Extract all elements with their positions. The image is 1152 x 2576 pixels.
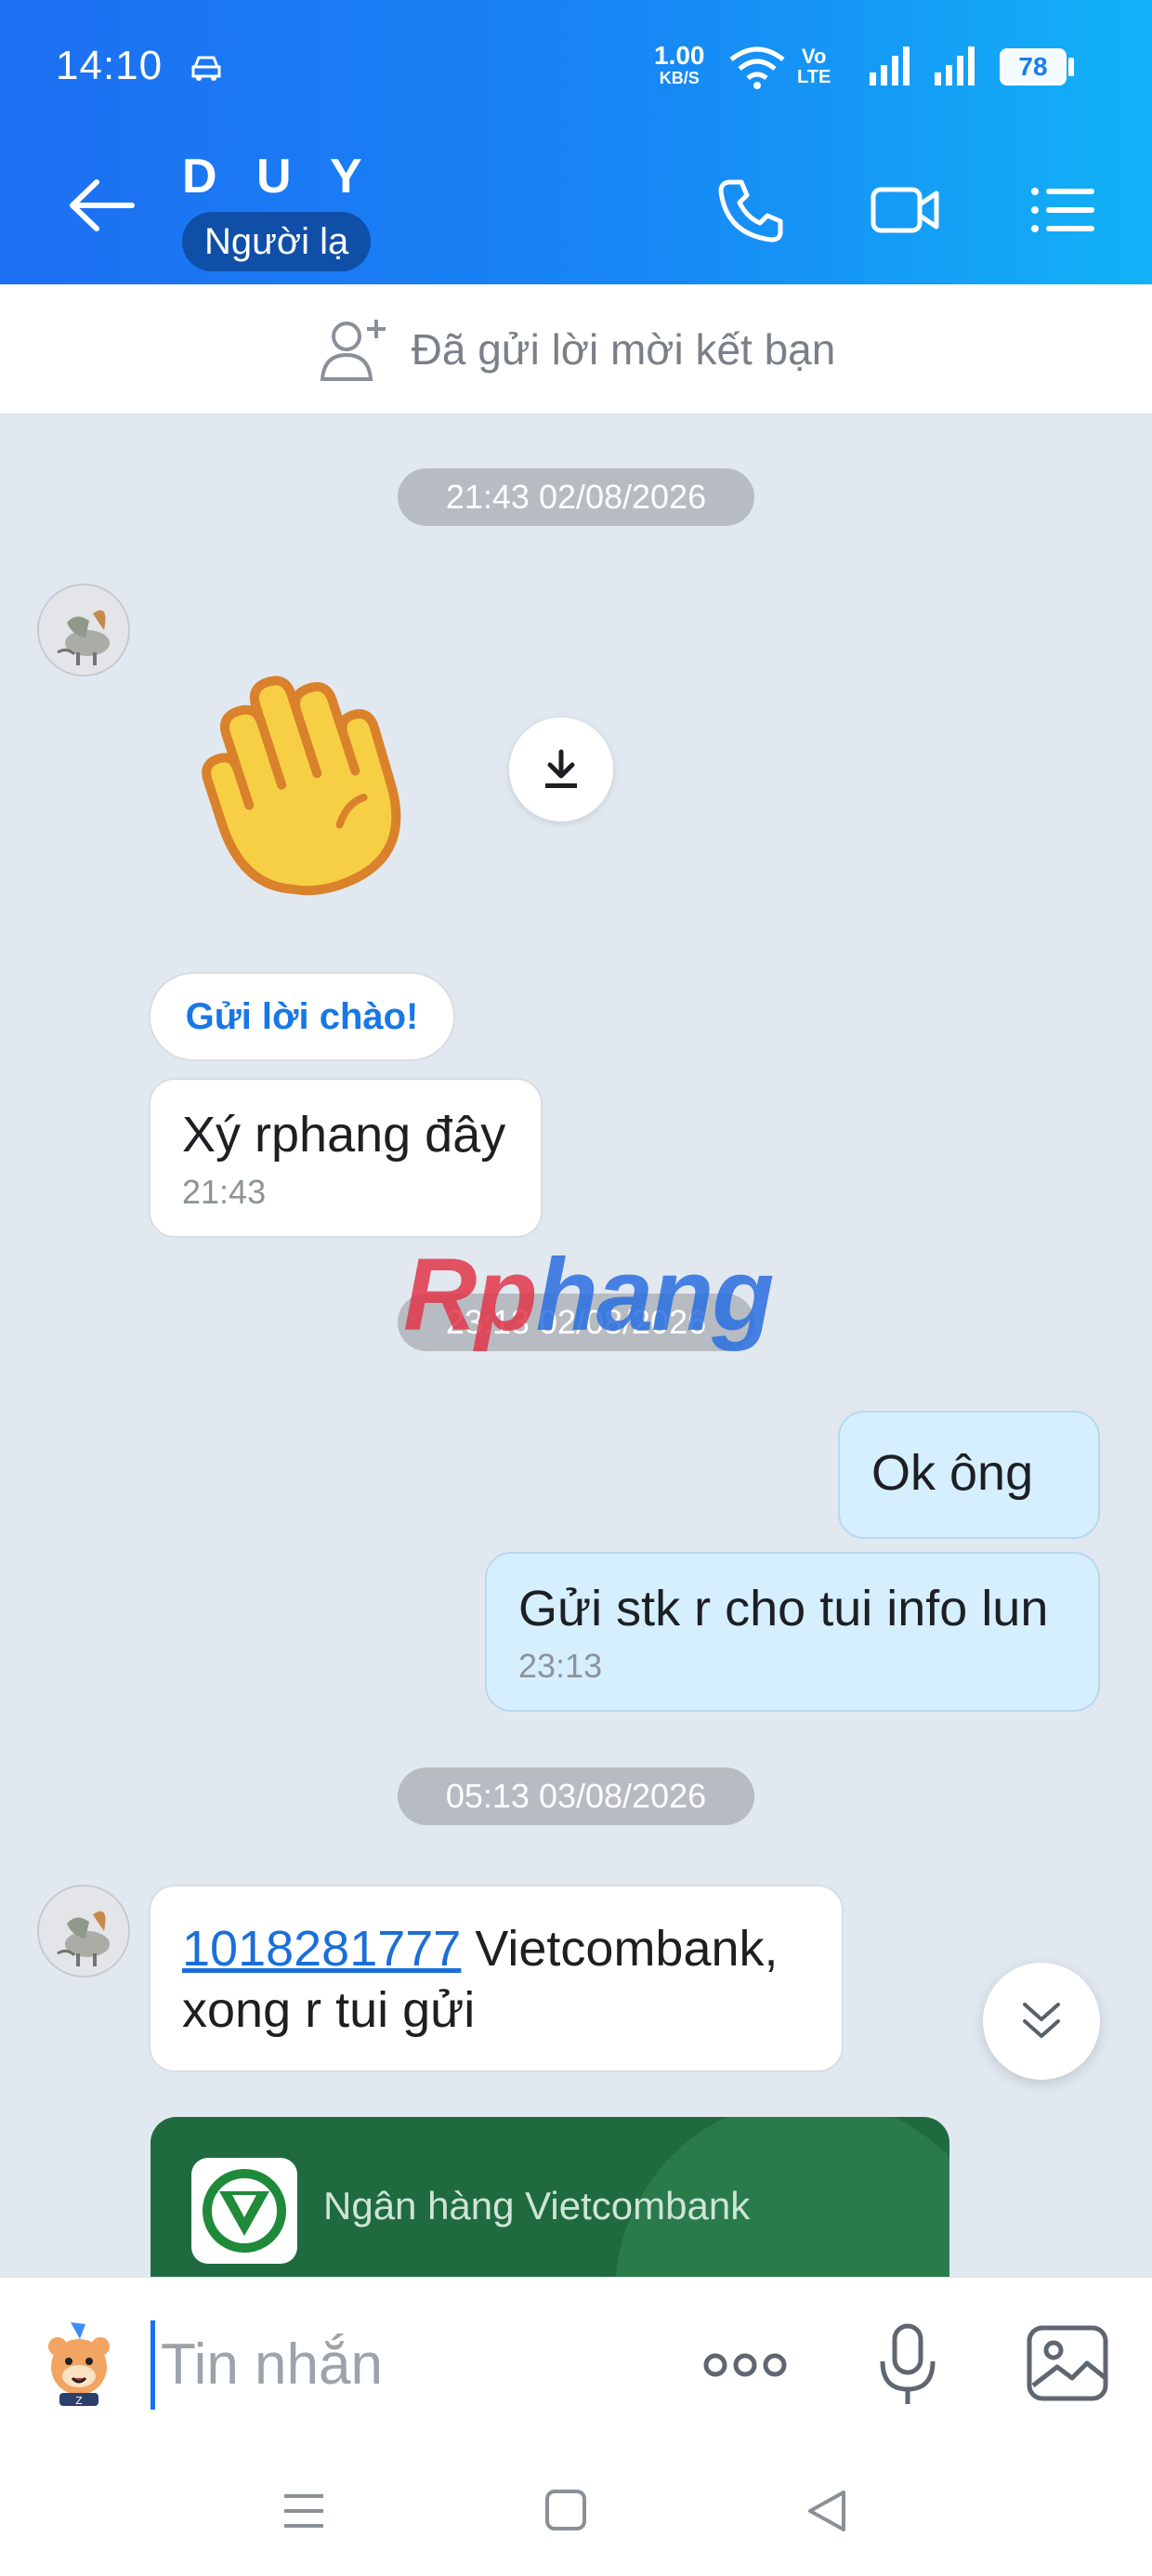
contact-avatar[interactable]	[37, 1885, 130, 1978]
wave-hand-sticker[interactable]	[186, 641, 465, 911]
friend-request-bar[interactable]: Đã gửi lời mời kết bạn	[0, 284, 1152, 414]
contact-name[interactable]: D U Y	[182, 149, 375, 204]
account-number-link[interactable]: 1018281777	[182, 1921, 461, 1977]
message-text: Ok ông	[871, 1445, 1034, 1501]
menu-list-icon[interactable]	[1026, 173, 1100, 247]
double-chevron-down-icon	[1023, 2003, 1060, 2038]
message-input[interactable]: Tin nhắn	[151, 2320, 671, 2410]
timestamp-chip: 21:43 02/08/2026	[398, 468, 754, 526]
message-input-bar: Z Tin nhắn	[0, 2277, 1152, 2448]
video-call-icon[interactable]	[868, 173, 942, 247]
system-navigation-bar	[0, 2448, 1152, 2576]
message-text: 1018281777 Vietcombank,	[182, 1921, 779, 1977]
svg-text:Z: Z	[75, 2395, 83, 2407]
signal-icon-1	[870, 46, 910, 85]
stranger-badge: Người lạ	[182, 212, 372, 271]
outgoing-message[interactable]: Ok ông	[838, 1411, 1100, 1539]
outgoing-message[interactable]: Gửi stk r cho tui info lun 23:13	[485, 1552, 1100, 1712]
download-icon	[545, 749, 577, 788]
back-nav-icon[interactable]	[805, 2489, 847, 2533]
battery-level: 78	[1018, 52, 1048, 81]
microphone-icon[interactable]	[873, 2320, 942, 2410]
watermark-logo: Rphang	[403, 1238, 774, 1352]
add-friend-icon	[320, 319, 386, 381]
contact-avatar[interactable]	[37, 584, 130, 677]
sticker-emoji-icon[interactable]: Z	[37, 2319, 121, 2408]
download-button[interactable]	[509, 717, 613, 821]
phone-icon[interactable]	[713, 173, 788, 247]
back-arrow-icon[interactable]	[65, 173, 139, 238]
signal-icon-2	[935, 46, 975, 85]
status-time: 14:10	[56, 43, 164, 88]
message-text: Xý rphang đây	[182, 1107, 506, 1163]
battery-icon: 78	[1000, 48, 1067, 85]
timestamp-chip: 05:13 03/08/2026	[398, 1768, 754, 1825]
friend-request-label: Đã gửi lời mời kết bạn	[411, 324, 836, 374]
network-speed: 1.00 KB/S	[654, 41, 705, 88]
more-options-icon[interactable]	[702, 2339, 788, 2391]
volte-indicator: Vo LTE	[797, 45, 831, 88]
message-text-line2: xong r tui gửi	[182, 1982, 476, 2038]
message-time: 23:13	[518, 1647, 603, 1685]
chat-header: 14:10 1.00 KB/S Vo LTE 78 D U Y Người lạ	[0, 0, 1152, 284]
message-text: Gửi stk r cho tui info lun	[518, 1581, 1049, 1636]
recent-apps-icon[interactable]	[282, 2491, 325, 2531]
message-time: 21:43	[182, 1173, 267, 1211]
scroll-to-bottom-button[interactable]	[983, 1963, 1100, 2080]
send-greeting-button[interactable]: Gửi lời chào!	[149, 972, 455, 1061]
bank-name: Ngân hàng Vietcombank	[323, 2184, 751, 2228]
image-gallery-icon[interactable]	[1026, 2324, 1109, 2402]
bank-card-message[interactable]: Ngân hàng Vietcombank	[151, 2117, 949, 2277]
driving-mode-icon	[191, 56, 221, 81]
wifi-icon	[729, 46, 785, 89]
avatar-creature-icon	[39, 585, 128, 675]
incoming-message[interactable]: 1018281777 Vietcombank, xong r tui gửi	[149, 1885, 844, 2072]
vietcombank-logo-icon	[191, 2158, 297, 2264]
avatar-creature-icon	[39, 1886, 128, 1976]
home-icon[interactable]	[544, 2489, 587, 2531]
incoming-message[interactable]: Xý rphang đây 21:43	[149, 1078, 543, 1238]
